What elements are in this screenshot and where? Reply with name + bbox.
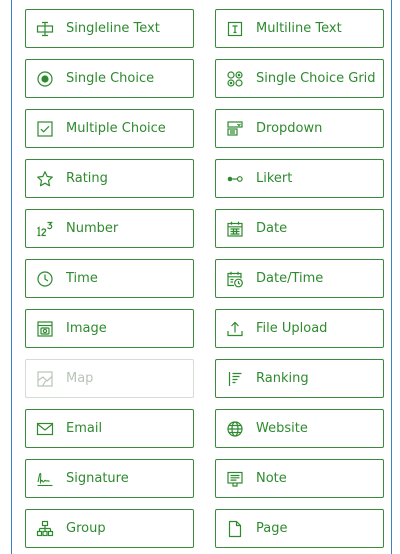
file-upload-label: File Upload: [256, 321, 328, 336]
map-button: Map: [25, 359, 194, 398]
multiple-choice-label: Multiple Choice: [66, 121, 166, 136]
ranking-label: Ranking: [256, 371, 309, 386]
likert-button[interactable]: Likert: [215, 159, 384, 198]
calendar-icon: [226, 220, 244, 238]
page-label: Page: [256, 521, 288, 536]
calendar-clock-icon: [226, 270, 244, 288]
singleline-text-label: Singleline Text: [66, 21, 160, 36]
multiline-text-button[interactable]: Multiline Text: [215, 9, 384, 48]
envelope-icon: [36, 420, 54, 438]
singleline-text-button[interactable]: Singleline Text: [25, 9, 194, 48]
image-button[interactable]: Image: [25, 309, 194, 348]
website-button[interactable]: Website: [215, 409, 384, 448]
multiline-text-icon: [226, 20, 244, 38]
note-label: Note: [256, 471, 287, 486]
page-button[interactable]: Page: [215, 509, 384, 548]
file-upload-button[interactable]: File Upload: [215, 309, 384, 348]
ranking-button[interactable]: Ranking: [215, 359, 384, 398]
single-choice-label: Single Choice: [66, 71, 155, 86]
image-icon: [36, 320, 54, 338]
signature-icon: [36, 470, 54, 488]
dropdown-button[interactable]: Dropdown: [215, 109, 384, 148]
website-label: Website: [256, 421, 308, 436]
time-button[interactable]: Time: [25, 259, 194, 298]
number-icon: [36, 220, 54, 238]
number-label: Number: [66, 221, 119, 236]
date-time-button[interactable]: Date/Time: [215, 259, 384, 298]
number-button[interactable]: Number: [25, 209, 194, 248]
checkbox-icon: [36, 120, 54, 138]
date-label: Date: [256, 221, 288, 236]
note-button[interactable]: Note: [215, 459, 384, 498]
image-label: Image: [66, 321, 107, 336]
group-icon: [36, 520, 54, 538]
clock-icon: [36, 270, 54, 288]
map-label: Map: [66, 371, 94, 386]
multiple-choice-button[interactable]: Multiple Choice: [25, 109, 194, 148]
dropdown-icon: [226, 120, 244, 138]
globe-icon: [226, 420, 244, 438]
choice-grid-icon: [226, 70, 244, 88]
rating-button[interactable]: Rating: [25, 159, 194, 198]
single-choice-grid-label: Single Choice Grid: [256, 71, 376, 86]
likert-icon: [226, 170, 244, 188]
time-label: Time: [66, 271, 98, 286]
date-button[interactable]: Date: [215, 209, 384, 248]
upload-icon: [226, 320, 244, 338]
singleline-text-icon: [36, 20, 54, 38]
page-icon: [226, 520, 244, 538]
email-label: Email: [66, 421, 103, 436]
star-icon: [36, 170, 54, 188]
question-type-panel: Singleline Text Multiline Text Single Ch…: [11, 0, 392, 554]
signature-label: Signature: [66, 471, 129, 486]
single-choice-button[interactable]: Single Choice: [25, 59, 194, 98]
question-type-grid: Singleline Text Multiline Text Single Ch…: [25, 9, 385, 548]
email-button[interactable]: Email: [25, 409, 194, 448]
single-choice-grid-button[interactable]: Single Choice Grid: [215, 59, 384, 98]
likert-label: Likert: [256, 171, 293, 186]
date-time-label: Date/Time: [256, 271, 324, 286]
multiline-text-label: Multiline Text: [256, 21, 342, 36]
radio-icon: [36, 70, 54, 88]
dropdown-label: Dropdown: [256, 121, 323, 136]
note-icon: [226, 470, 244, 488]
map-icon: [36, 370, 54, 388]
rating-label: Rating: [66, 171, 108, 186]
group-label: Group: [66, 521, 106, 536]
signature-button[interactable]: Signature: [25, 459, 194, 498]
ranking-icon: [226, 370, 244, 388]
group-button[interactable]: Group: [25, 509, 194, 548]
